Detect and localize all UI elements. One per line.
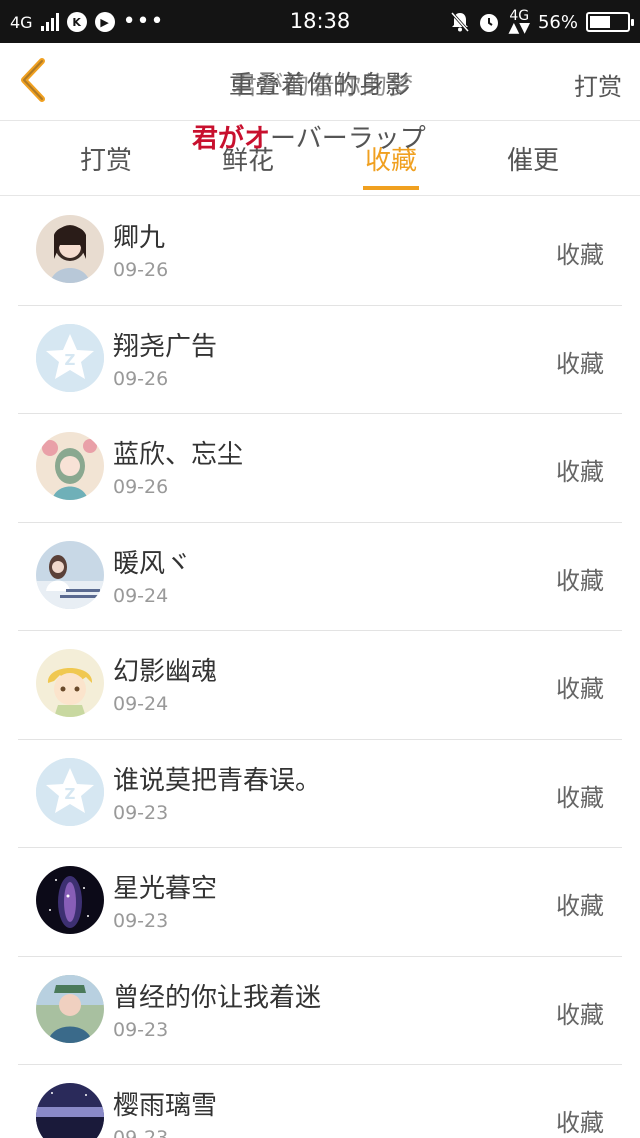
battery-percent: 56% [537, 11, 578, 33]
list-item[interactable]: 蓝欣、忘尘 09-26 收藏 [0, 414, 640, 523]
item-action-label: 收藏 [556, 892, 604, 920]
network-4g-label: 4G ▲▼ [508, 8, 530, 36]
item-date: 09-23 [113, 910, 169, 932]
battery-fill [590, 16, 611, 28]
item-date: 09-23 [113, 801, 169, 824]
anime-girl-avatar [36, 215, 104, 283]
default-avatar: Z [36, 757, 104, 826]
user-name: 暖风ヾ [113, 548, 192, 579]
status-bar: 4G K ▶ ••• 18:38 4G ▲▼ 56% [0, 0, 640, 43]
anime-girl-avatar [36, 432, 104, 500]
overlay-watermark-text: 君がオーバーラップ [192, 118, 426, 155]
list-item[interactable]: 曾经的你让我着迷 09-23 收藏 [0, 957, 640, 1066]
page-title-text: 重叠着你的身影 [228, 70, 411, 99]
item-date: 09-23 [113, 1018, 169, 1041]
user-name: 谁说莫把青春误。 [113, 765, 322, 796]
alarm-icon [480, 14, 499, 32]
user-name: 蓝欣、忘尘 [113, 440, 244, 470]
overlay-text-gray: ーバーラップ [270, 124, 426, 154]
svg-text:Z: Z [65, 785, 76, 803]
user-name: 幻影幽魂 [113, 657, 218, 687]
overlay-text-red: 君がオ [192, 124, 271, 154]
default-avatar: Z [36, 323, 104, 392]
list-item[interactable]: 卿九 09-26 收藏 [0, 197, 640, 306]
item-date: 09-24 [113, 693, 169, 715]
chevron-left-icon [21, 58, 45, 102]
status-right: 4G ▲▼ 56% [450, 8, 634, 36]
page-title: 君が的着你的梦 重叠着你的身影 [150, 65, 490, 101]
bell-off-icon [451, 12, 470, 32]
user-name: 曾经的你让我着迷 [113, 982, 322, 1013]
item-action-label: 收藏 [556, 458, 604, 486]
user-name: 樱雨璃雪 [113, 1091, 218, 1121]
list-item[interactable]: 星光暮空 09-23 收藏 [0, 848, 640, 957]
user-name: 翔尧广告 [113, 331, 218, 362]
tab-tip[interactable]: 打赏 [46, 140, 166, 177]
tip-button[interactable]: 打赏 [574, 67, 622, 102]
svg-text:Z: Z [65, 351, 76, 369]
person-photo-avatar [36, 974, 104, 1043]
tab-active-indicator [363, 186, 419, 190]
list-item[interactable]: Z 翔尧广告 09-26 收藏 [0, 306, 640, 415]
item-action-label: 收藏 [556, 1000, 604, 1029]
list-item[interactable]: 幻影幽魂 09-24 收藏 [0, 631, 640, 740]
girl-photo-avatar [36, 540, 104, 609]
user-name: 卿九 [113, 223, 166, 253]
item-date: 09-26 [113, 367, 169, 390]
list-item[interactable]: Z 谁说莫把青春误。 09-23 收藏 [0, 740, 640, 849]
item-date: 09-26 [113, 259, 169, 281]
back-button[interactable] [14, 55, 54, 105]
item-date: 09-23 [113, 1127, 169, 1138]
list-item[interactable]: 樱雨璃雪 09-23 收藏 [0, 1065, 640, 1138]
item-date: 09-24 [113, 584, 169, 607]
cartoon-boy-avatar [36, 649, 104, 717]
user-name: 星光暮空 [113, 874, 218, 904]
item-action-label: 收藏 [556, 566, 604, 595]
tab-urge[interactable]: 催更 [473, 140, 593, 177]
item-action-label: 收藏 [556, 1109, 604, 1137]
galaxy-avatar [36, 866, 104, 934]
favorites-list: 卿九 09-26 收藏 Z 翔尧广告 09-26 收藏 蓝欣、忘尘 09-26 … [0, 197, 640, 1138]
header: 君が的着你的梦 重叠着你的身影 打赏 [0, 43, 640, 121]
item-action-label: 收藏 [556, 349, 604, 378]
item-action-label: 收藏 [556, 783, 604, 812]
item-date: 09-26 [113, 476, 169, 498]
list-item[interactable]: 暖风ヾ 09-24 收藏 [0, 523, 640, 632]
battery-icon [586, 12, 634, 32]
night-sky-avatar [36, 1083, 104, 1138]
item-action-label: 收藏 [556, 675, 604, 703]
item-action-label: 收藏 [556, 241, 604, 269]
